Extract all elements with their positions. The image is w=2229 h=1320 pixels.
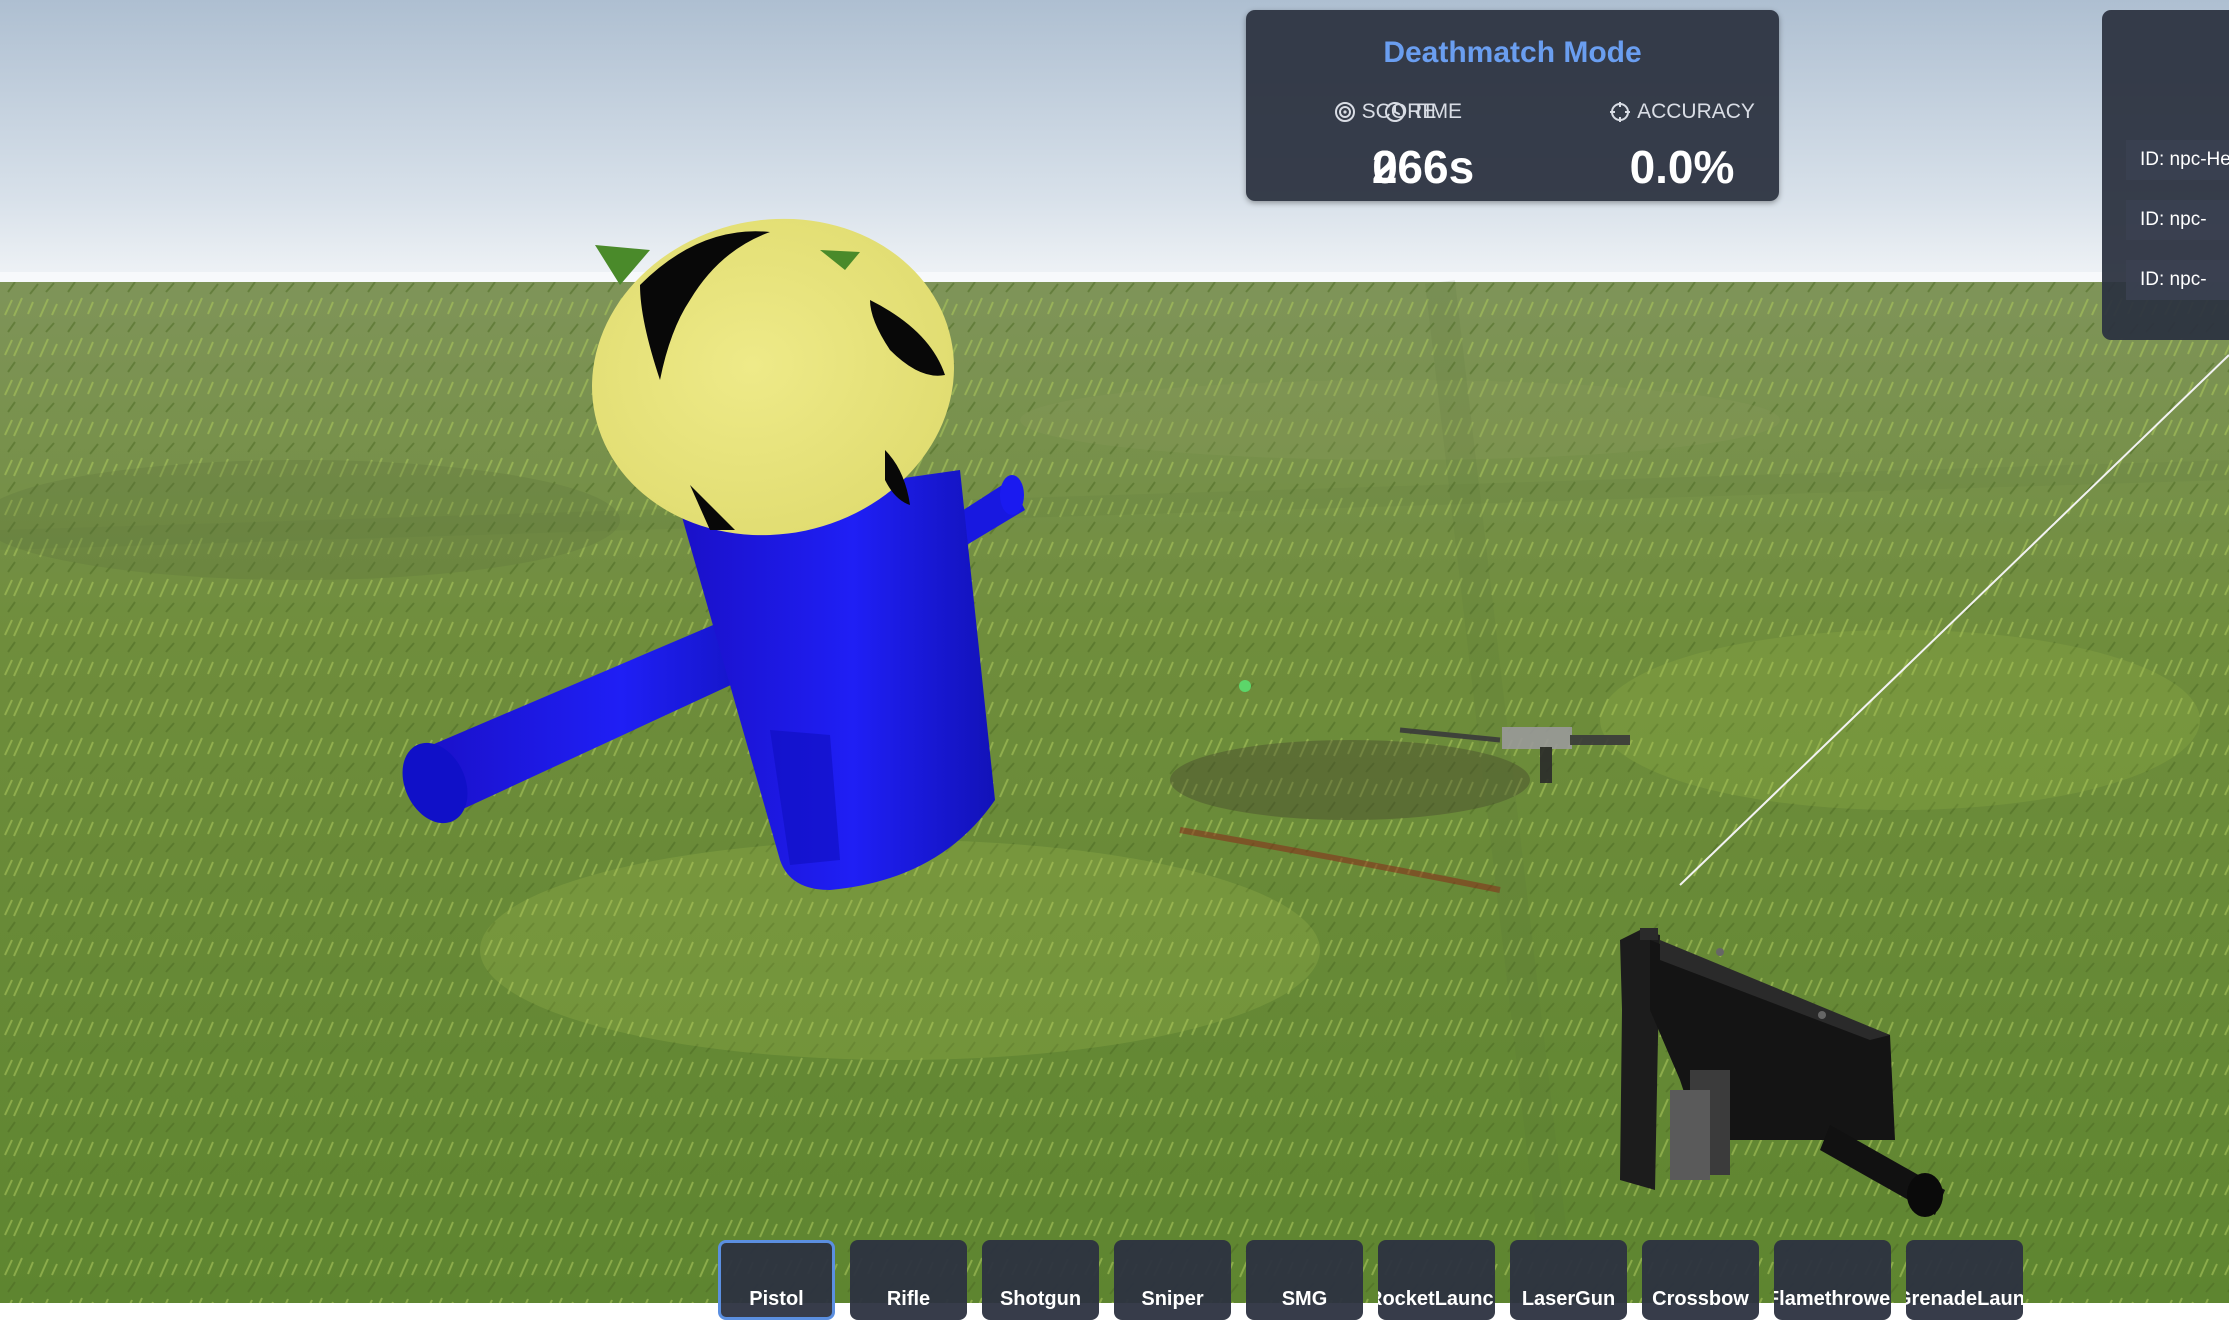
accuracy-value: 0.0% (1629, 141, 1735, 193)
game-viewport[interactable] (0, 0, 2229, 1303)
weapon-slot-lasergun[interactable]: LaserGun (1510, 1240, 1627, 1320)
time-stat: TIME 266s (1338, 98, 1508, 194)
weapon-slot-smg[interactable]: SMG (1246, 1240, 1363, 1320)
crosshair-dot (1239, 680, 1251, 692)
weapon-slot-crossbow[interactable]: Crossbow (1642, 1240, 1759, 1320)
weapon-slot-rifle[interactable]: Rifle (850, 1240, 967, 1320)
time-value: 266s (1371, 141, 1475, 193)
game-scene (0, 0, 2229, 1303)
accuracy-stat: ACCURACY 0.0% (1597, 98, 1767, 194)
entity-list-panel: ID: npc-Hea ID: npc- ID: npc- (2102, 10, 2229, 340)
weapon-slot-pistol[interactable]: Pistol (718, 1240, 835, 1320)
time-label: TIME (1411, 100, 1463, 123)
clock-icon (1384, 101, 1406, 123)
crosshair-icon (1609, 101, 1631, 123)
weapon-slot-shotgun[interactable]: Shotgun (982, 1240, 1099, 1320)
sky (0, 0, 2229, 285)
weapon-slot-grenadelauncher[interactable]: GrenadeLauncher (1906, 1240, 2023, 1320)
entity-list-item[interactable]: ID: npc-Hea (2126, 140, 2229, 180)
weapon-slot-sniper[interactable]: Sniper (1114, 1240, 1231, 1320)
weapon-slot-rocketlauncher[interactable]: RocketLauncher (1378, 1240, 1495, 1320)
weapon-slot-flamethrower[interactable]: Flamethrower (1774, 1240, 1891, 1320)
accuracy-label: ACCURACY (1637, 100, 1755, 123)
game-stats-panel: Deathmatch Mode SCORE 0 TIME 266s ACCURA… (1246, 10, 1779, 201)
entity-list-item[interactable]: ID: npc- (2126, 260, 2229, 300)
entity-list-item[interactable]: ID: npc- (2126, 200, 2229, 240)
game-mode-title: Deathmatch Mode (1383, 36, 1642, 69)
